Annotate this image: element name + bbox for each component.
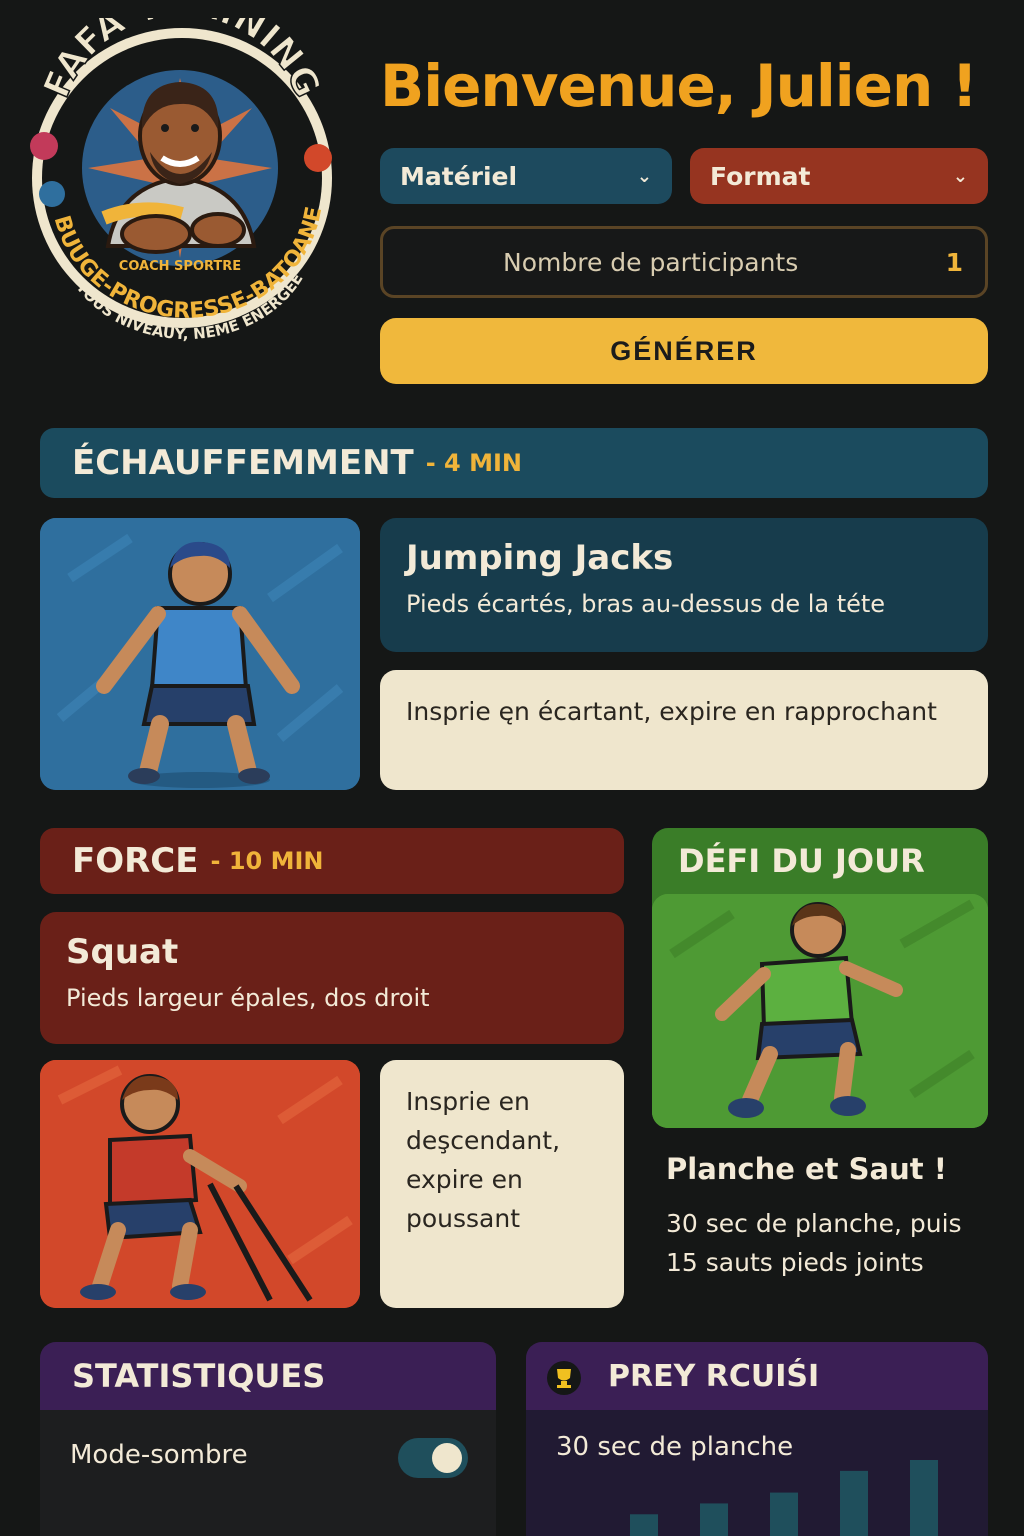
warmup-exercise-desc: Pieds écartés, bras au-dessus de la téte	[406, 590, 886, 618]
defi-illustration	[652, 894, 988, 1128]
format-select-label: Format	[710, 161, 811, 191]
format-select[interactable]: Format ⌄	[690, 148, 988, 204]
force-breathing-tip: Insprie en deşcendant, expire en poussan…	[380, 1060, 624, 1308]
participants-value[interactable]: 1	[946, 248, 963, 277]
progress-bar-chart	[630, 1460, 938, 1536]
force-section-header: FORCE - 10 MIN	[40, 828, 624, 894]
warmup-title: ÉCHAUFFEMMENT	[72, 443, 414, 483]
progress-bar	[840, 1470, 868, 1536]
trophy-icon	[547, 1361, 581, 1395]
participants-input[interactable]: Nombre de participants 1	[380, 226, 988, 298]
toggle-knob	[432, 1443, 462, 1473]
warmup-exercise-name: Jumping Jacks	[406, 538, 674, 578]
fafa-training-logo: FAFA TRAINING COACH SPORTRE BUUGE-PROGRE…	[30, 18, 332, 343]
force-exercise-desc: Pieds largeur épales, dos droit	[66, 984, 430, 1012]
welcome-title: Bienvenue, Julien !	[380, 52, 978, 120]
chevron-down-icon: ⌄	[636, 165, 652, 187]
jumping-jacks-card[interactable]: Jumping Jacks Pieds écartés, bras au-des…	[380, 518, 988, 652]
logo-role: COACH SPORTRE	[119, 259, 241, 274]
chevron-down-icon: ⌄	[952, 165, 968, 187]
jumping-jacks-illustration	[40, 518, 360, 790]
warmup-breathing-tip: Insprie ęn écartant, expire en rapprocha…	[380, 670, 988, 790]
progress-title: PREY RCUIŚI	[526, 1342, 988, 1410]
force-title: FORCE	[72, 841, 199, 881]
participants-label: Nombre de participants	[503, 247, 799, 277]
dark-mode-label: Mode-sombre	[70, 1440, 248, 1470]
defi-title: DÉFI DU JOUR	[678, 842, 925, 880]
defi-challenge-desc: 30 sec de planche, puis 15 sauts pieds j…	[666, 1209, 962, 1277]
defi-challenge-name: Planche et Saut !	[666, 1152, 947, 1186]
materiel-select-label: Matériel	[400, 161, 518, 191]
squat-illustration	[40, 1060, 360, 1308]
force-exercise-name: Squat	[66, 932, 179, 972]
progress-bar	[630, 1514, 658, 1536]
stats-title: STATISTIQUES	[40, 1342, 496, 1410]
materiel-select[interactable]: Matériel ⌄	[380, 148, 672, 204]
generate-button[interactable]: GÉNÉRER	[380, 318, 988, 384]
progress-bar	[770, 1492, 798, 1536]
force-duration: - 10 MIN	[210, 847, 324, 875]
warmup-duration: - 4 MIN	[425, 449, 523, 477]
dark-mode-toggle[interactable]	[398, 1438, 468, 1478]
progress-bar	[910, 1460, 938, 1536]
warmup-section-header: ÉCHAUFFEMMENT - 4 MIN	[40, 428, 988, 498]
squat-card[interactable]: Squat Pieds largeur épales, dos droit	[40, 912, 624, 1044]
progress-bar	[700, 1503, 728, 1536]
